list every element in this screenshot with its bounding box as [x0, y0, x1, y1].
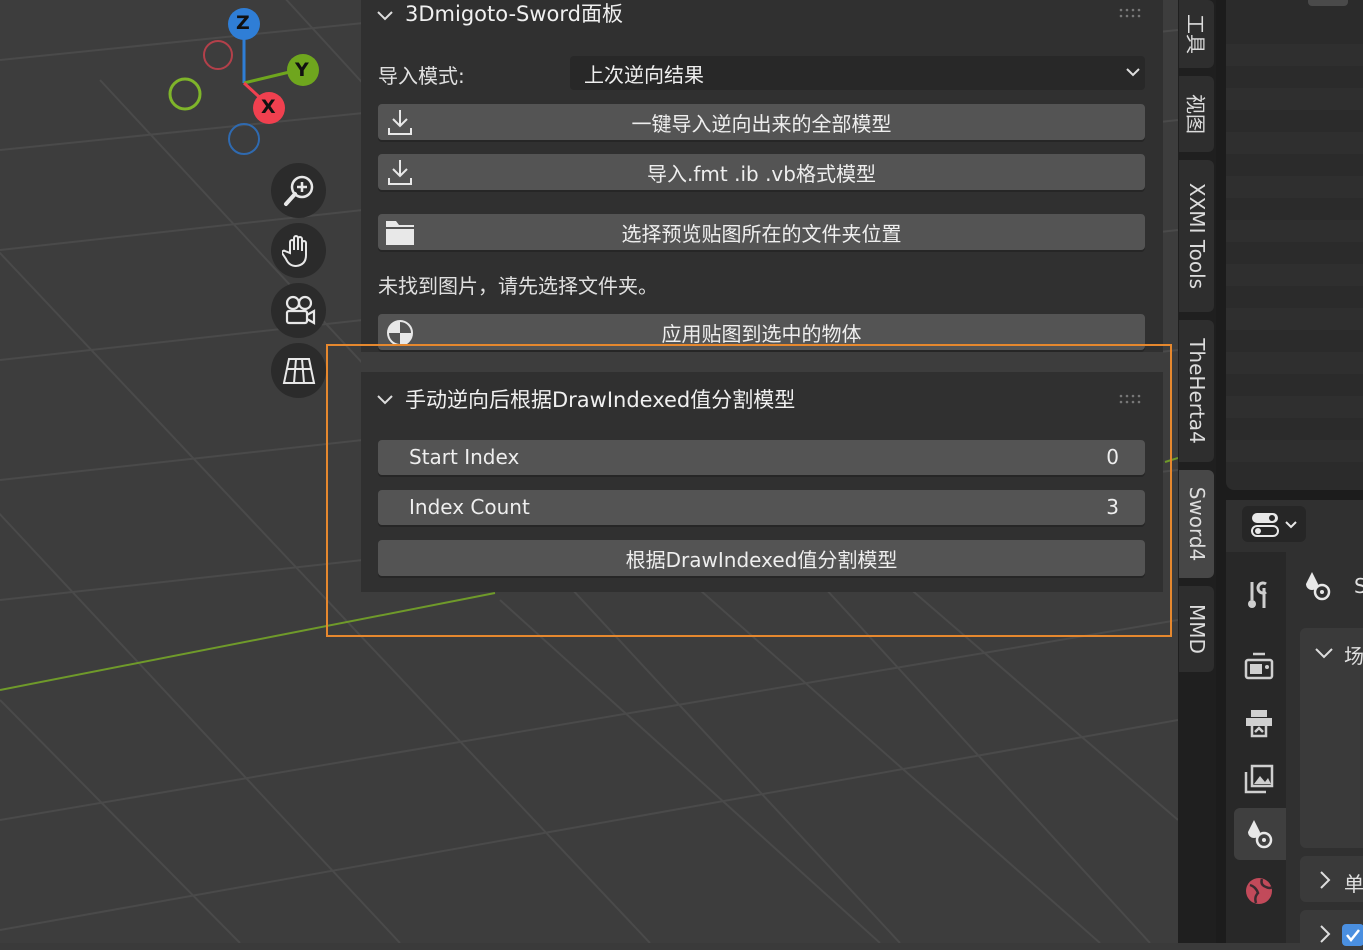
tab-view[interactable]: 视图: [1179, 76, 1214, 152]
camera-view-icon: [285, 295, 315, 325]
tab-tools[interactable]: 工具: [1179, 0, 1214, 68]
tab-mmd[interactable]: MMD: [1179, 586, 1214, 672]
perspective-toggle-button[interactable]: [271, 343, 326, 398]
outliner-area[interactable]: [1226, 0, 1363, 490]
import-all-label: 一键导入逆向出来的全部模型: [631, 111, 892, 136]
sidebar-panel: 3Dmigoto-Sword面板 导入模式: 上次逆向结果 一键导入逆向出来的全…: [361, 0, 1163, 592]
x-axis-label: X: [261, 96, 276, 118]
scene-icon: [1248, 820, 1273, 849]
y-axis-label: Y: [295, 59, 309, 81]
hand-pan-icon: [281, 234, 307, 267]
import-fmt-label: 导入.fmt .ib .vb格式模型: [647, 161, 876, 186]
index-count-value: 3: [1106, 495, 1119, 519]
properties-editor-icon: [1251, 513, 1297, 537]
material-sphere-icon: [387, 320, 413, 346]
apply-texture-button[interactable]: 应用贴图到选中的物体: [378, 314, 1145, 350]
y-axis-line: [0, 592, 496, 691]
next-section[interactable]: [1300, 910, 1363, 950]
import-mode-value: 上次逆向结果: [584, 62, 704, 87]
index-count-label: Index Count: [409, 495, 530, 519]
folder-icon: [386, 221, 414, 245]
chevron-right-icon: [1320, 925, 1331, 943]
neg-y-handle: [168, 77, 202, 111]
sidebar-tab-strip: 工具 视图 XXMI Tools TheHerta4 Sword4 MMD: [1178, 0, 1216, 943]
neg-z-handle: [228, 123, 260, 155]
no-image-message: 未找到图片，请先选择文件夹。: [378, 274, 658, 298]
panel-title-split: 手动逆向后根据DrawIndexed值分割模型: [405, 388, 796, 412]
view-layer-icon[interactable]: [1244, 764, 1274, 794]
index-count-field[interactable]: Index Count 3: [378, 490, 1145, 525]
output-icon[interactable]: [1244, 708, 1274, 738]
properties-content: S 场 单: [1286, 552, 1363, 950]
import-fmt-button[interactable]: 导入.fmt .ib .vb格式模型: [378, 154, 1145, 190]
download-icon: [388, 160, 412, 185]
select-folder-button[interactable]: 选择预览贴图所在的文件夹位置: [378, 214, 1145, 250]
import-mode-dropdown[interactable]: 上次逆向结果: [570, 56, 1145, 90]
import-mode-label: 导入模式:: [378, 64, 465, 88]
render-icon[interactable]: [1244, 652, 1274, 682]
drag-handle-icon[interactable]: [1119, 7, 1143, 19]
pan-button[interactable]: [271, 223, 326, 278]
zoom-button[interactable]: [271, 163, 326, 218]
download-icon: [388, 110, 412, 135]
outliner-toggle[interactable]: [1308, 0, 1348, 6]
panel-header-split[interactable]: 手动逆向后根据DrawIndexed值分割模型: [361, 378, 1163, 418]
properties-header: [1226, 500, 1363, 552]
tool-icon[interactable]: [1244, 580, 1274, 610]
start-index-value: 0: [1106, 445, 1119, 469]
neg-x-handle: [203, 40, 233, 70]
split-model-label: 根据DrawIndexed值分割模型: [625, 547, 898, 572]
chevron-down-icon: [1126, 68, 1140, 77]
z-axis-label: Z: [236, 12, 250, 34]
properties-header-text: S: [1354, 574, 1363, 598]
units-section-title: 单: [1344, 872, 1363, 896]
select-folder-label: 选择预览贴图所在的文件夹位置: [621, 221, 902, 246]
editor-type-button[interactable]: [1242, 506, 1306, 542]
scene-section-title: 场: [1344, 644, 1363, 668]
right-editors: S 场 单: [1216, 0, 1363, 950]
apply-texture-label: 应用贴图到选中的物体: [661, 321, 862, 346]
scene-tab[interactable]: [1234, 808, 1286, 860]
scene-section[interactable]: 场: [1300, 628, 1363, 848]
panel-title-main: 3Dmigoto-Sword面板: [405, 2, 623, 26]
import-all-button[interactable]: 一键导入逆向出来的全部模型: [378, 104, 1145, 140]
drag-handle-icon[interactable]: [1119, 393, 1143, 405]
world-icon[interactable]: [1244, 876, 1274, 906]
units-section[interactable]: 单: [1300, 856, 1363, 902]
properties-tabs: [1226, 552, 1286, 943]
chevron-down-icon[interactable]: [375, 6, 395, 26]
3d-viewport[interactable]: Z Y X 3Dmigoto-Sword面板 导入模式: 上次逆向结果 一键导入…: [0, 0, 1178, 943]
panel-header-main[interactable]: 3Dmigoto-Sword面板: [361, 0, 1163, 32]
zoom-icon: [283, 175, 313, 206]
scene-icon: [1306, 572, 1331, 601]
split-model-button[interactable]: 根据DrawIndexed值分割模型: [378, 540, 1145, 576]
camera-view-button[interactable]: [271, 283, 326, 338]
chevron-right-icon: [1320, 871, 1331, 889]
tab-sword4[interactable]: Sword4: [1179, 470, 1214, 578]
grid-perspective-icon: [282, 357, 315, 384]
tab-theherta4[interactable]: TheHerta4: [1179, 320, 1214, 462]
chevron-down-icon: [1315, 648, 1333, 659]
start-index-field[interactable]: Start Index 0: [378, 440, 1145, 475]
start-index-label: Start Index: [409, 445, 520, 469]
chevron-down-icon[interactable]: [375, 390, 395, 410]
tab-xxmi-tools[interactable]: XXMI Tools: [1179, 160, 1214, 312]
